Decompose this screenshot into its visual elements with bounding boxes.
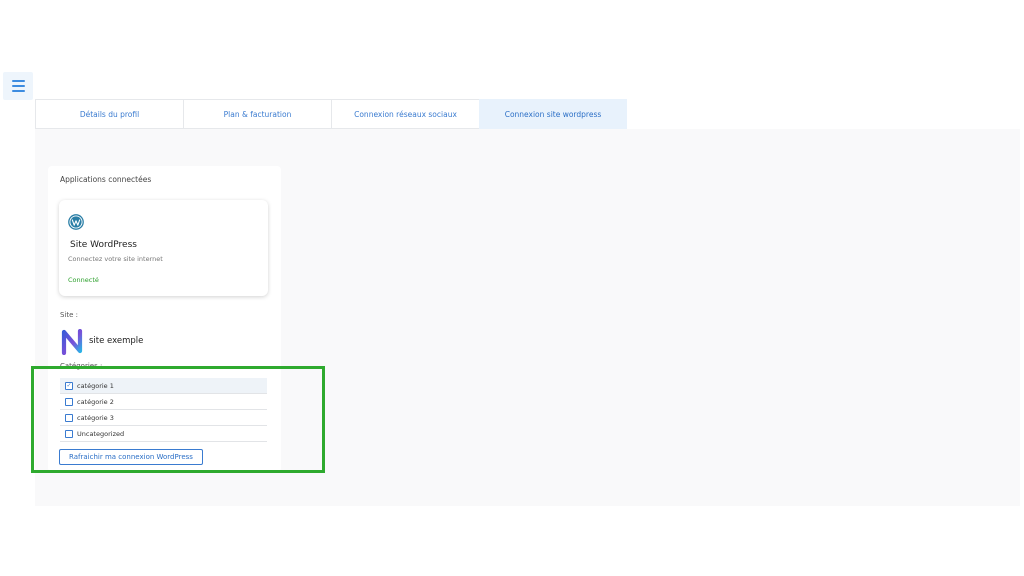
checkbox-icon[interactable]	[65, 397, 73, 406]
category-label: catégorie 1	[77, 381, 114, 390]
category-label: Uncategorized	[77, 429, 125, 438]
settings-tabs: Détails du profil Plan & facturation Con…	[35, 99, 627, 129]
app-name: Site WordPress	[70, 240, 137, 250]
category-row[interactable]: catégorie 2	[60, 394, 267, 410]
refresh-wordpress-button[interactable]: Rafraichir ma connexion WordPress	[59, 449, 203, 465]
hamburger-line	[11, 80, 25, 82]
tab-social-connection[interactable]: Connexion réseaux sociaux	[331, 99, 479, 129]
categories-list: ✓ catégorie 1 catégorie 2 catégorie 3 Un…	[60, 378, 267, 442]
wordpress-icon	[68, 214, 84, 230]
category-row[interactable]: catégorie 3	[60, 410, 267, 426]
site-logo-icon	[61, 329, 83, 355]
checkbox-checked-icon[interactable]: ✓	[65, 381, 73, 390]
connected-apps-title: Applications connectées	[60, 175, 152, 184]
hamburger-line	[11, 85, 25, 87]
tab-plan-billing[interactable]: Plan & facturation	[183, 99, 331, 129]
app-description: Connectez votre site internet	[68, 255, 163, 263]
checkbox-icon[interactable]	[65, 413, 73, 422]
tab-profile-details[interactable]: Détails du profil	[35, 99, 183, 129]
site-label: Site :	[60, 311, 79, 319]
tab-wordpress-connection[interactable]: Connexion site wordpress	[479, 99, 627, 129]
site-name: site exemple	[89, 336, 144, 346]
categories-label: Catégories :	[60, 362, 103, 370]
hamburger-line	[11, 90, 25, 92]
category-row[interactable]: Uncategorized	[60, 426, 267, 442]
connection-status: Connecté	[68, 276, 99, 284]
checkbox-icon[interactable]	[65, 429, 73, 438]
hamburger-menu-button[interactable]	[3, 72, 33, 100]
category-label: catégorie 3	[77, 413, 114, 422]
category-row[interactable]: ✓ catégorie 1	[60, 378, 267, 394]
category-label: catégorie 2	[77, 397, 114, 406]
